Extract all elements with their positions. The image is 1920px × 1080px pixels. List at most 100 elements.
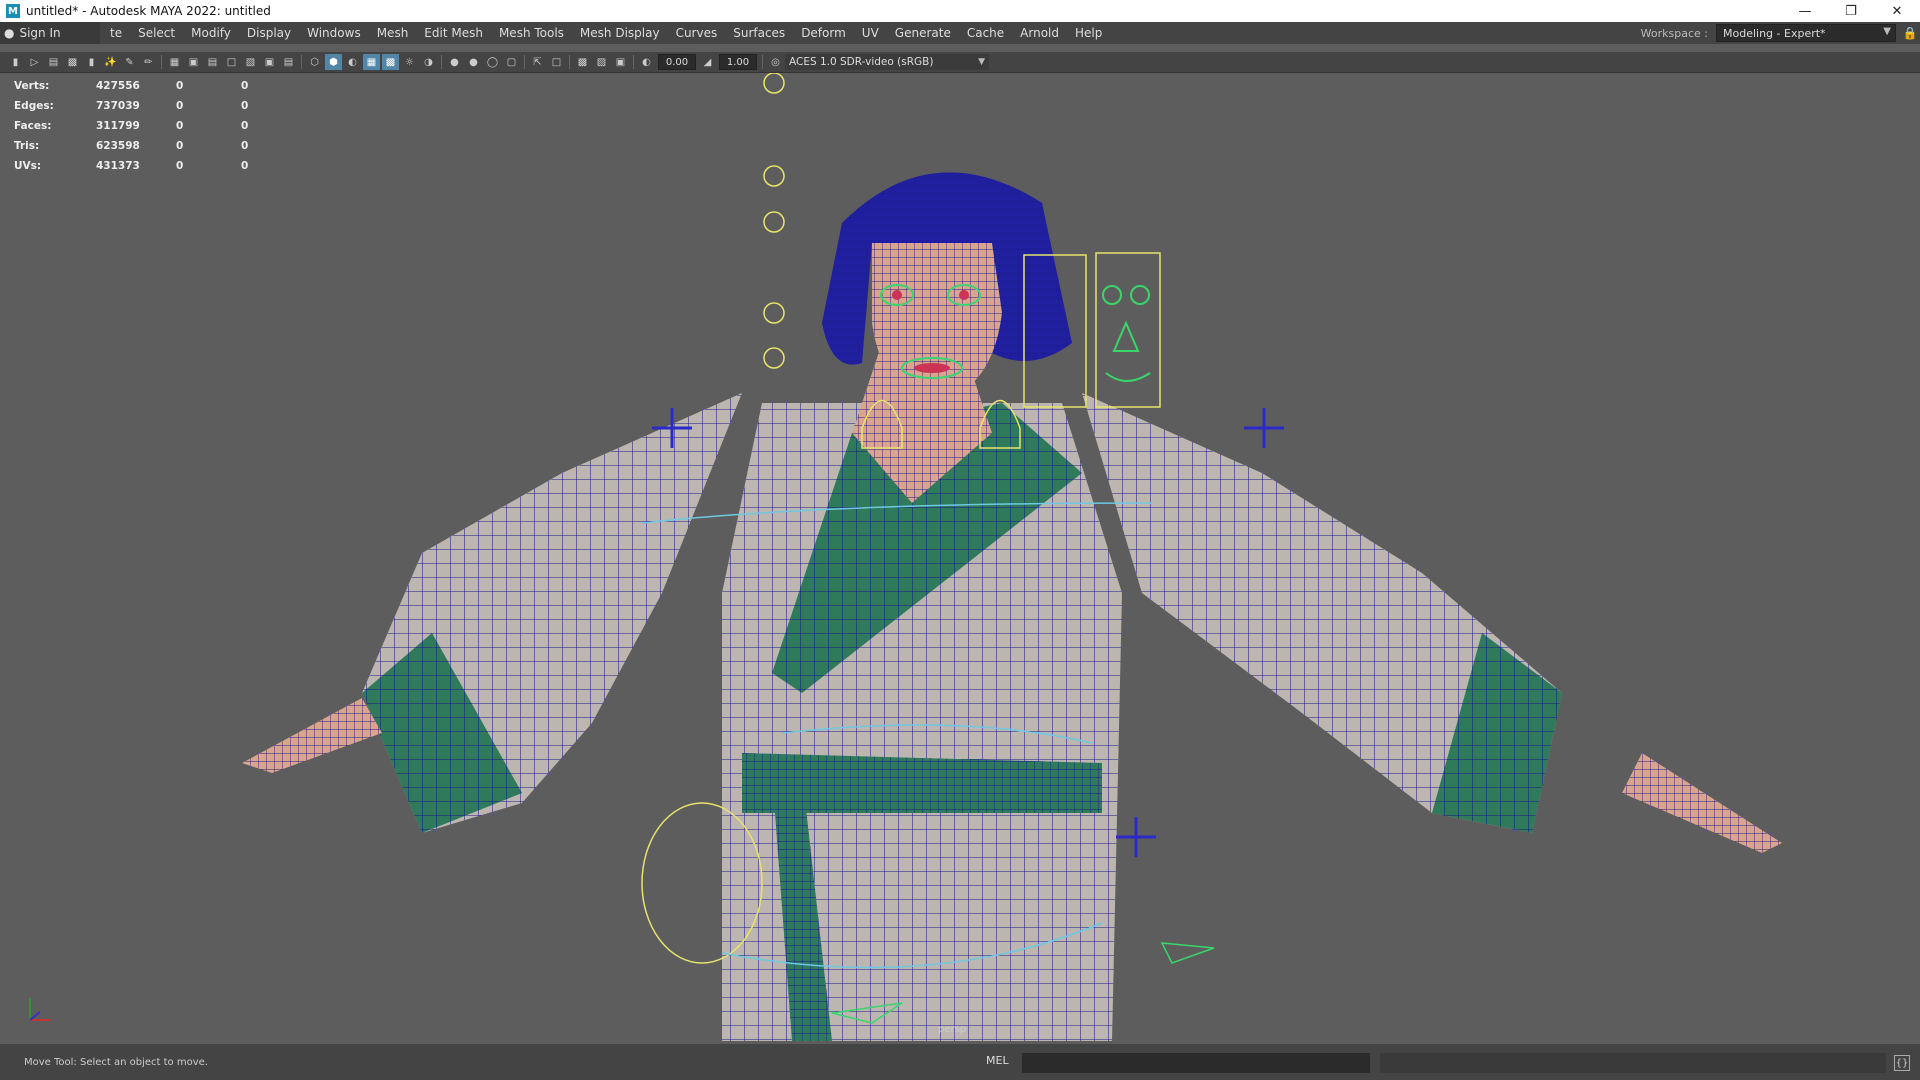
window-title: untitled* - Autodesk MAYA 2022: untitled — [26, 4, 271, 18]
workspace-dropdown[interactable]: Modeling - Expert* ▼ — [1716, 24, 1896, 42]
window-title-bar: M untitled* - Autodesk MAYA 2022: untitl… — [0, 0, 1920, 22]
menu-mesh-display[interactable]: Mesh Display — [572, 22, 668, 44]
image-plane-icon[interactable]: ▩ — [64, 54, 81, 70]
bookmark-icon[interactable]: ▮ — [83, 54, 100, 70]
motion-blur-icon[interactable]: ● — [465, 54, 482, 70]
lock-icon[interactable]: 🔒 — [1900, 26, 1920, 40]
right-hand — [1622, 753, 1782, 853]
main-menu-bar: ● Sign In te Select Modify Display Windo… — [0, 22, 1920, 44]
left-sleeve — [362, 393, 742, 833]
close-icon: ✕ — [1891, 3, 1903, 19]
scene-drawing — [242, 73, 1782, 1041]
user-icon: ● — [4, 26, 15, 40]
color-management-icon[interactable]: ◎ — [767, 54, 784, 70]
grease-pencil-alt-icon[interactable]: ✏ — [140, 54, 157, 70]
2d-pan-zoom-icon[interactable]: ✨ — [102, 54, 119, 70]
menu-uv[interactable]: UV — [854, 22, 887, 44]
menu-create[interactable]: te — [102, 22, 130, 44]
axis-gizmo-icon — [29, 998, 50, 1021]
shadows-icon[interactable]: ◑ — [420, 54, 437, 70]
menu-help[interactable]: Help — [1067, 22, 1110, 44]
panel-toolbar: ▮ ▷ ▤ ▩ ▮ ✨ ✎ ✏ ▦ ▣ ▤ □ ▧ ▣ ▤ ⬡ ⬢ ◐ ▦ ▩ … — [0, 52, 1920, 73]
menu-surfaces[interactable]: Surfaces — [725, 22, 793, 44]
perspective-viewport[interactable] — [2, 73, 1918, 1041]
exposure-icon[interactable]: ◐ — [638, 54, 655, 70]
isolate-select-icon[interactable]: ⇱ — [529, 54, 546, 70]
robe-body — [722, 403, 1122, 1041]
menu-mesh[interactable]: Mesh — [369, 22, 417, 44]
view-transform-dropdown[interactable]: ACES 1.0 SDR-video (sRGB) ▼ — [785, 54, 989, 70]
xray-joints-icon[interactable]: ▨ — [593, 54, 610, 70]
minimize-icon: — — [1798, 3, 1812, 19]
menu-cache[interactable]: Cache — [959, 22, 1012, 44]
hud-row-verts: Verts: 427556 0 0 — [14, 76, 271, 96]
safe-action-icon[interactable]: ▣ — [261, 54, 278, 70]
hud-label: Edges: — [14, 100, 54, 112]
command-input[interactable] — [1022, 1053, 1370, 1073]
menu-modify[interactable]: Modify — [183, 22, 239, 44]
film-gate-icon[interactable]: ▣ — [185, 54, 202, 70]
safe-title-icon[interactable]: ▤ — [280, 54, 297, 70]
exposure-field[interactable]: 0.00 — [658, 54, 696, 70]
hud-value: 737039 — [96, 100, 140, 112]
view-transform-value: ACES 1.0 SDR-video (sRGB) — [789, 56, 934, 68]
menu-display[interactable]: Display — [239, 22, 299, 44]
command-language-toggle[interactable]: MEL — [986, 1054, 1009, 1067]
script-editor-icon[interactable]: {} — [1894, 1055, 1910, 1071]
hud-value: 623598 — [96, 140, 140, 152]
close-button[interactable]: ✕ — [1874, 0, 1920, 22]
workspace-selector: Workspace : Modeling - Expert* ▼ 🔒 — [1641, 22, 1920, 44]
hud-value: 427556 — [96, 80, 140, 92]
grid-icon[interactable]: ▦ — [166, 54, 183, 70]
minimize-button[interactable]: — — [1782, 0, 1828, 22]
help-line: Move Tool: Select an object to move. — [24, 1057, 208, 1068]
hud-value: 0 — [176, 100, 184, 112]
hud-row-edges: Edges: 737039 0 0 — [14, 96, 271, 116]
gate-mask-icon[interactable]: □ — [223, 54, 240, 70]
gamma-field[interactable]: 1.00 — [719, 54, 757, 70]
xray-active-icon[interactable]: ▩ — [574, 54, 591, 70]
sign-in-button[interactable]: ● Sign In — [0, 22, 100, 44]
field-chart-icon[interactable]: ▧ — [242, 54, 259, 70]
menu-edit-mesh[interactable]: Edit Mesh — [416, 22, 491, 44]
left-hand — [242, 698, 382, 773]
chevron-down-icon: ▼ — [978, 57, 985, 67]
default-material-icon[interactable]: ◐ — [344, 54, 361, 70]
menu-arnold[interactable]: Arnold — [1012, 22, 1067, 44]
hud-value: 0 — [241, 140, 249, 152]
workspace-value: Modeling - Expert* — [1723, 26, 1826, 40]
menu-deform[interactable]: Deform — [793, 22, 854, 44]
smooth-shade-icon[interactable]: ⬢ — [325, 54, 342, 70]
command-result-field — [1380, 1053, 1886, 1073]
anti-aliasing-icon[interactable]: ◯ — [484, 54, 501, 70]
backface-culling-icon[interactable]: ▣ — [612, 54, 629, 70]
camera-name-label: persp — [938, 1024, 967, 1035]
maya-app-icon: M — [6, 4, 20, 18]
hud-value: 311799 — [96, 120, 140, 132]
menu-mesh-tools[interactable]: Mesh Tools — [491, 22, 572, 44]
menu-curves[interactable]: Curves — [668, 22, 726, 44]
hud-value: 0 — [176, 160, 184, 172]
menu-windows[interactable]: Windows — [299, 22, 369, 44]
textured-icon[interactable]: ▩ — [382, 54, 399, 70]
bookmarks-icon[interactable]: ▤ — [45, 54, 62, 70]
camera-attributes-icon[interactable]: ▷ — [26, 54, 43, 70]
gamma-icon[interactable]: ◢ — [699, 54, 716, 70]
ambient-occlusion-icon[interactable]: ● — [446, 54, 463, 70]
wireframe-icon[interactable]: ⬡ — [306, 54, 323, 70]
xray-icon[interactable]: □ — [548, 54, 565, 70]
select-camera-icon[interactable]: ▮ — [7, 54, 24, 70]
resolution-gate-icon[interactable]: ▤ — [204, 54, 221, 70]
maximize-button[interactable]: ❐ — [1828, 0, 1874, 22]
hud-label: Faces: — [14, 120, 52, 132]
poly-count-hud: Verts: 427556 0 0 Edges: 737039 0 0 Face… — [14, 76, 271, 176]
menu-select[interactable]: Select — [130, 22, 183, 44]
hud-value: 0 — [241, 120, 249, 132]
hud-label: UVs: — [14, 160, 42, 172]
grease-pencil-icon[interactable]: ✎ — [121, 54, 138, 70]
wireframe-on-shaded-icon[interactable]: ▦ — [363, 54, 380, 70]
menu-generate[interactable]: Generate — [887, 22, 959, 44]
depth-of-field-icon[interactable]: ▢ — [503, 54, 520, 70]
use-all-lights-icon[interactable]: ☼ — [401, 54, 418, 70]
restore-icon: ❐ — [1845, 3, 1857, 19]
